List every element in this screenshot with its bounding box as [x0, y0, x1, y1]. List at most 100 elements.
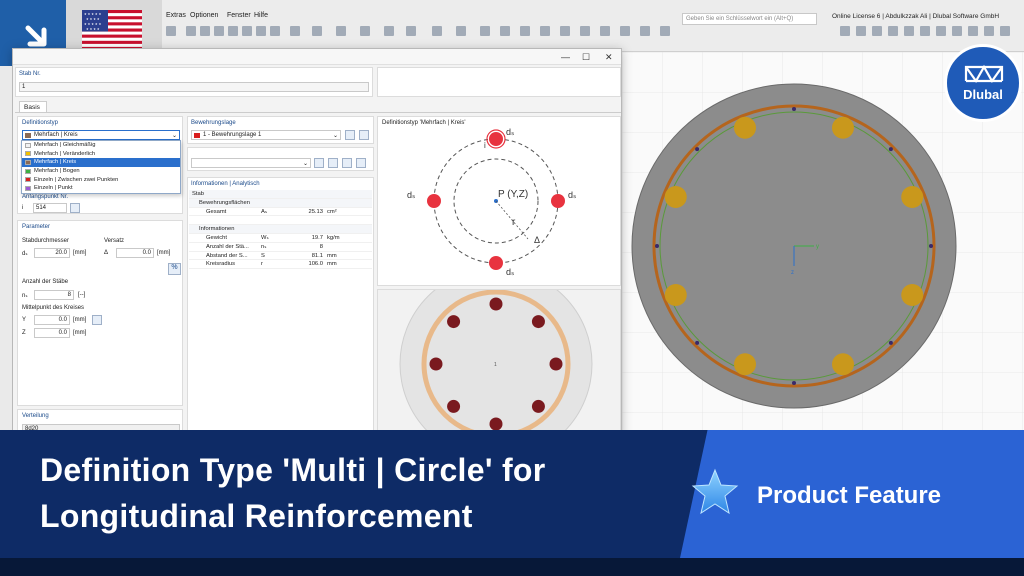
- anfangspunkt-field[interactable]: 514: [33, 203, 67, 213]
- toolbar-tool-13-icon[interactable]: [384, 26, 394, 36]
- toolbar-right-11-icon[interactable]: [1000, 26, 1010, 36]
- y-axis-label: y: [816, 244, 819, 250]
- dropdown-option[interactable]: Mehrfach | Veränderlich: [22, 150, 180, 159]
- toolbar-tool-20-icon[interactable]: [540, 26, 550, 36]
- toolbar-tool-6-icon[interactable]: [242, 26, 252, 36]
- toolbar-right-4-icon[interactable]: [888, 26, 898, 36]
- toolbar-right-2-icon[interactable]: [856, 26, 866, 36]
- toolbar-right-3-icon[interactable]: [872, 26, 882, 36]
- new-icon[interactable]: [342, 158, 352, 168]
- rebar-bar[interactable]: [734, 353, 757, 376]
- toolbar-right-1-icon[interactable]: [840, 26, 850, 36]
- toolbar-right-6-icon[interactable]: [920, 26, 930, 36]
- info-unit: cm²: [327, 208, 337, 215]
- minimize-icon[interactable]: —: [561, 52, 570, 62]
- toolbar-tool-5-icon[interactable]: [228, 26, 238, 36]
- toolbar-tool-10-icon[interactable]: [312, 26, 322, 36]
- stabdurchmesser-field[interactable]: 20.0: [34, 248, 70, 258]
- anfangspunkt-label: Anfangspunkt Nr.: [22, 194, 69, 200]
- toolbar-right-10-icon[interactable]: [984, 26, 994, 36]
- menu-optionen[interactable]: Optionen: [190, 12, 218, 19]
- toolbar-right-7-icon[interactable]: [936, 26, 946, 36]
- maximize-icon[interactable]: ☐: [582, 52, 590, 63]
- toolbar-right-9-icon[interactable]: [968, 26, 978, 36]
- versatz-field[interactable]: 0.0: [116, 248, 154, 258]
- toolbar-tool-17-icon[interactable]: [480, 26, 490, 36]
- toolbar-tool-1-icon[interactable]: [166, 26, 176, 36]
- new-layer-icon[interactable]: [345, 130, 355, 140]
- stirrup-node: [695, 340, 700, 345]
- toolbar-tool-16-icon[interactable]: [456, 26, 466, 36]
- rebar-bar[interactable]: [831, 353, 854, 376]
- toolbar-tool-9-icon[interactable]: [290, 26, 300, 36]
- rebar-bar[interactable]: [901, 186, 924, 209]
- toolbar-tool-24-icon[interactable]: [620, 26, 630, 36]
- menu-hilfe[interactable]: Hilfe: [254, 12, 268, 19]
- info-unit: mm: [327, 252, 337, 259]
- toolbar-right-5-icon[interactable]: [904, 26, 914, 36]
- tab-basis[interactable]: Basis: [19, 101, 47, 112]
- close-icon[interactable]: ✕: [605, 52, 613, 63]
- info-row: Anzahl der Stä... nₛ 8: [189, 243, 372, 252]
- toolbar-tool-26-icon[interactable]: [660, 26, 670, 36]
- rebar-bar[interactable]: [901, 283, 924, 306]
- rebar-bar[interactable]: [664, 283, 687, 306]
- swatch-icon: [25, 168, 31, 174]
- menu-fenster[interactable]: Fenster: [227, 12, 251, 19]
- toolbar-tool-4-icon[interactable]: [214, 26, 224, 36]
- toolbar-tool-19-icon[interactable]: [520, 26, 530, 36]
- preview-rebar: [429, 357, 443, 371]
- percent-button[interactable]: %: [168, 263, 181, 275]
- library-icon[interactable]: [314, 158, 324, 168]
- search-input[interactable]: Geben Sie ein Schlüsselwort ein (Alt+Q): [682, 13, 817, 25]
- y-symbol: Y: [22, 317, 27, 323]
- info-name: Gesamt: [206, 208, 227, 215]
- rebar-bar[interactable]: [664, 186, 687, 209]
- dropdown-option[interactable]: Mehrfach | Bogen: [22, 167, 180, 176]
- toolbar-tool-3-icon[interactable]: [200, 26, 210, 36]
- toolbar-tool-22-icon[interactable]: [580, 26, 590, 36]
- info-row: [189, 216, 372, 226]
- info-val: 8: [319, 243, 323, 250]
- rebar-bar[interactable]: [734, 116, 757, 139]
- dropdown-option[interactable]: Mehrfach | Gleichmäßig: [22, 141, 180, 150]
- pick-point-icon[interactable]: [92, 315, 102, 325]
- toolbar-tool-8-icon[interactable]: [270, 26, 280, 36]
- menu-extras[interactable]: Extras: [166, 12, 186, 19]
- edit-layer-icon[interactable]: [359, 130, 369, 140]
- dropdown-option[interactable]: Einzeln | Zwischen zwei Punkten: [22, 175, 180, 184]
- versatz-unit: [mm]: [157, 250, 171, 256]
- toolbar-tool-7-icon[interactable]: [256, 26, 266, 36]
- toolbar-tool-14-icon[interactable]: [406, 26, 416, 36]
- toolbar-tool-11-icon[interactable]: [336, 26, 346, 36]
- stabdurchmesser-symbol: dₛ: [22, 251, 28, 257]
- bewehrungslage-select[interactable]: 1 - Bewehrungslage 1 ⌄: [191, 130, 341, 140]
- chevron-down-icon: ⌄: [171, 132, 177, 139]
- info-name: Stab: [192, 191, 204, 197]
- info-table: Stab Bewehrungsflächen Gesamt Aₛ 25.13 cm² Inf…: [189, 190, 372, 270]
- info-icon[interactable]: [328, 158, 338, 168]
- rebar-bar[interactable]: [831, 116, 854, 139]
- toolbar-right-8-icon[interactable]: [952, 26, 962, 36]
- logo-text: Dlubal: [963, 87, 1003, 102]
- stab-field[interactable]: 1: [19, 82, 369, 92]
- z-field[interactable]: 0.0: [34, 328, 70, 338]
- y-field[interactable]: 0.0: [34, 315, 70, 325]
- anzahl-field[interactable]: 8: [34, 290, 74, 300]
- dropdown-option[interactable]: Einzeln | Punkt: [22, 184, 180, 193]
- toolbar-tool-12-icon[interactable]: [360, 26, 370, 36]
- info-sym: Wₛ: [261, 234, 269, 241]
- toolbar-tool-21-icon[interactable]: [560, 26, 570, 36]
- definitionstyp-select[interactable]: Mehrfach | Kreis ⌄: [22, 130, 180, 140]
- toolbar-tool-25-icon[interactable]: [640, 26, 650, 36]
- toolbar-tool-18-icon[interactable]: [500, 26, 510, 36]
- toolbar-tool-23-icon[interactable]: [600, 26, 610, 36]
- edit-icon[interactable]: [356, 158, 366, 168]
- dropdown-option[interactable]: Mehrfach | Kreis: [22, 158, 180, 167]
- material-select[interactable]: ⌄: [191, 158, 311, 168]
- svg-text:★ ★ ★ ★: ★ ★ ★ ★: [86, 17, 100, 21]
- toolbar-tool-15-icon[interactable]: [432, 26, 442, 36]
- pick-node-icon[interactable]: [70, 203, 80, 213]
- toolbar-tool-2-icon[interactable]: [186, 26, 196, 36]
- definitionstyp-dropdown[interactable]: Mehrfach | Gleichmäßig Mehrfach | Verände…: [21, 140, 181, 194]
